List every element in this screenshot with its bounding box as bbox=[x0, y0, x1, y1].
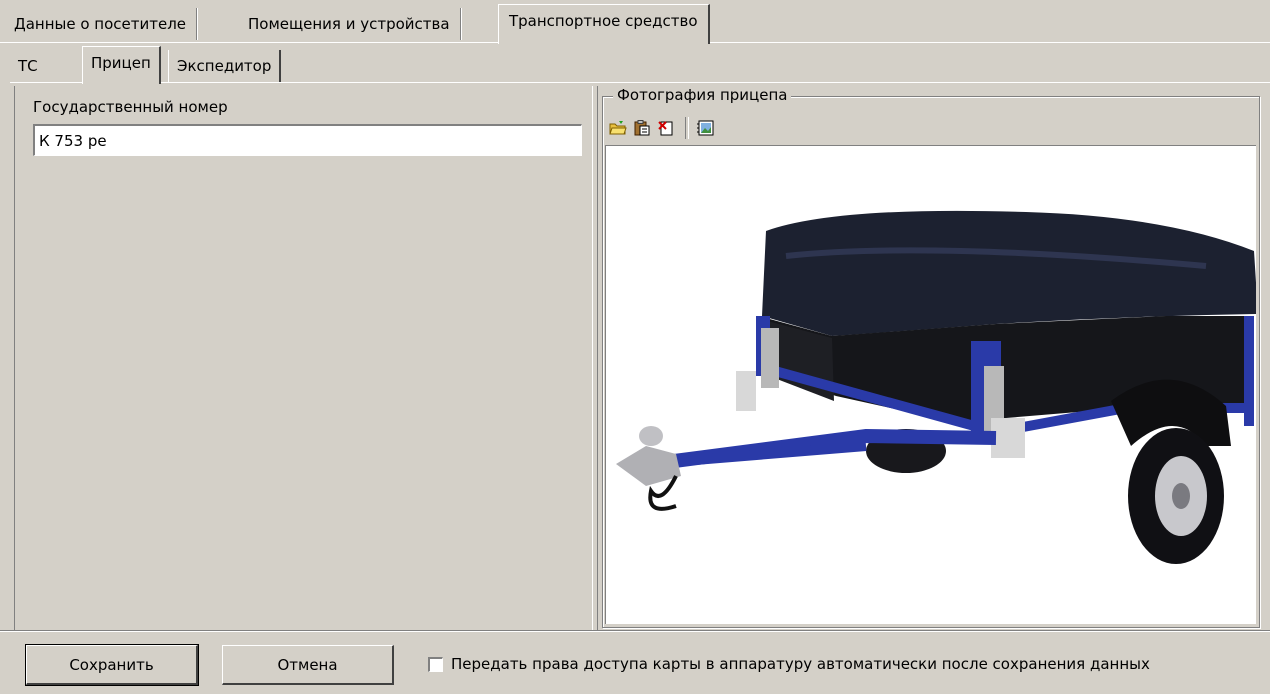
subtab-forwarder[interactable]: Экспедитор bbox=[168, 50, 282, 82]
vehicle-subtab-bar: ТС Прицеп Экспедитор bbox=[10, 44, 1270, 86]
plate-number-input[interactable] bbox=[33, 124, 582, 156]
photo-toolbar bbox=[607, 115, 719, 141]
trailer-info-panel: Государственный номер bbox=[14, 86, 593, 631]
toolbar-separator bbox=[685, 117, 689, 139]
trailer-photo-panel: Фотография прицепа bbox=[598, 86, 1270, 630]
tab-rooms-devices[interactable]: Помещения и устройства bbox=[238, 8, 461, 40]
tab-visitor-data[interactable]: Данные о посетителе bbox=[4, 8, 198, 40]
trailer-photo[interactable] bbox=[605, 145, 1258, 624]
plate-number-label: Государственный номер bbox=[33, 98, 228, 116]
subtab-trailer[interactable]: Прицеп bbox=[82, 46, 161, 84]
clear-icon[interactable] bbox=[655, 117, 677, 139]
image-properties-icon[interactable] bbox=[695, 117, 717, 139]
auto-transfer-label: Передать права доступа карты в аппаратур… bbox=[451, 655, 1150, 673]
open-folder-icon[interactable] bbox=[607, 117, 629, 139]
subtab-bar-divider bbox=[10, 82, 1270, 83]
trailer-image bbox=[616, 210, 1258, 564]
auto-transfer-checkbox[interactable] bbox=[428, 656, 443, 672]
auto-transfer-option[interactable]: Передать права доступа карты в аппаратур… bbox=[428, 655, 1150, 673]
subtab-vehicle[interactable]: ТС bbox=[10, 50, 46, 82]
save-button[interactable]: Сохранить bbox=[25, 644, 199, 686]
photo-group-title: Фотография прицепа bbox=[613, 86, 792, 104]
paste-icon[interactable] bbox=[631, 117, 653, 139]
cancel-button[interactable]: Отмена bbox=[222, 645, 394, 685]
main-tab-bar: Данные о посетителе Помещения и устройст… bbox=[0, 0, 1270, 44]
photo-groupbox: Фотография прицепа bbox=[602, 86, 1260, 628]
bottom-action-bar: Сохранить Отмена Передать права доступа … bbox=[0, 630, 1270, 694]
tab-vehicle[interactable]: Транспортное средство bbox=[498, 4, 710, 44]
